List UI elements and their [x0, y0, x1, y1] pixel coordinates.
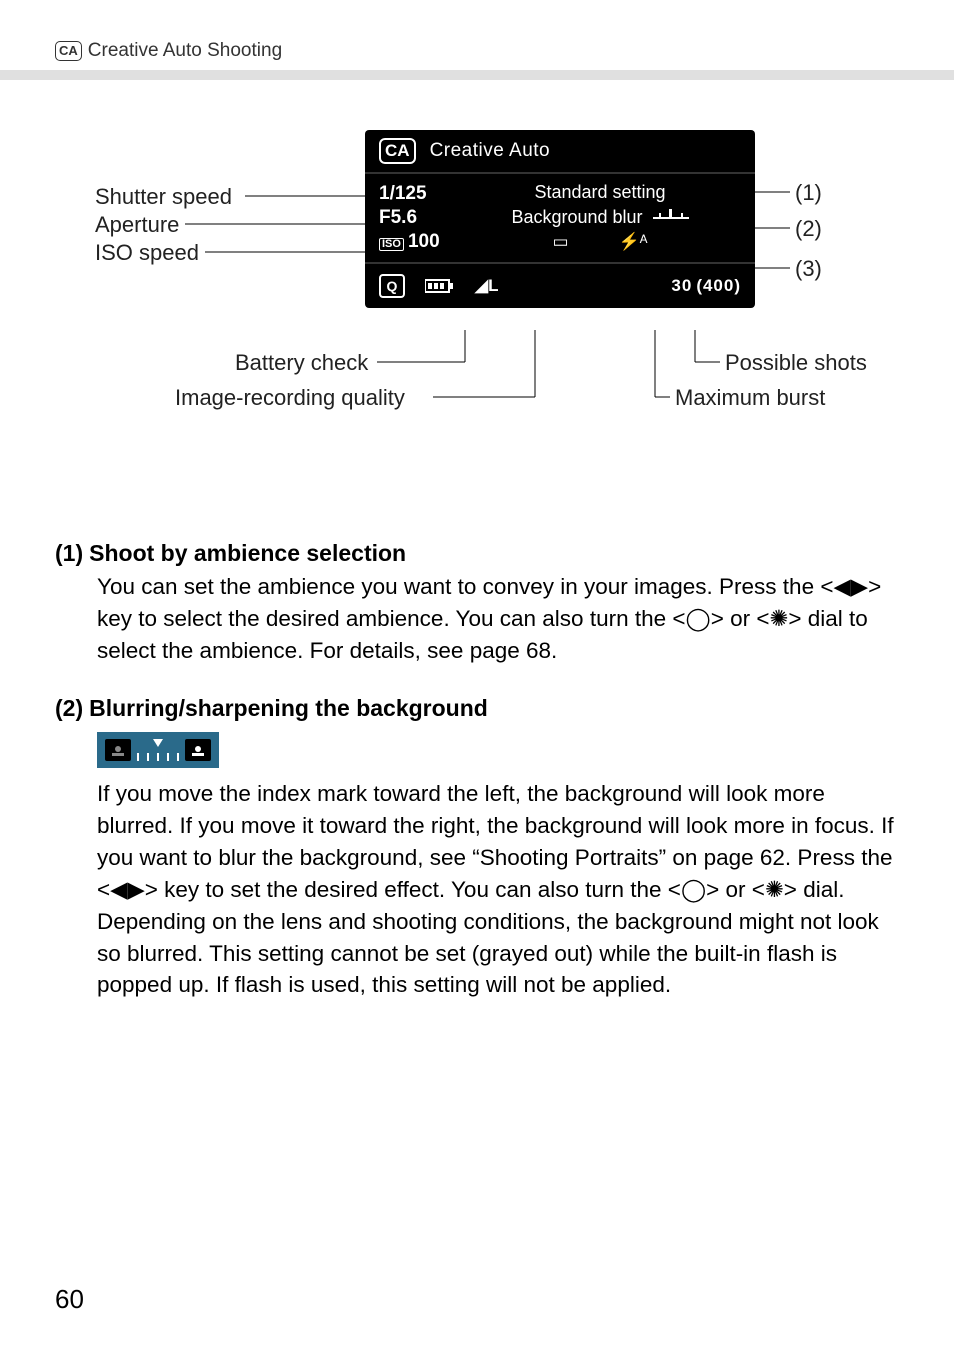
s1-text-c: > or < — [711, 606, 770, 631]
main-dial-icon: ✺ — [765, 877, 784, 902]
page-header-title: Creative Auto Shooting — [88, 40, 282, 62]
blur-slider-graphic — [97, 732, 219, 768]
quality-indicator: ◢L — [475, 276, 498, 296]
main-dial-icon: ✺ — [770, 606, 789, 631]
left-right-key-icon: ◀▶ — [110, 877, 145, 902]
label-image-quality: Image-recording quality — [175, 385, 405, 411]
label-callout-3: (3) — [795, 256, 822, 282]
section-2: (2) Blurring/sharpening the background I… — [55, 695, 899, 1002]
drive-mode-icon: ▭ — [553, 232, 569, 252]
section-2-title: Blurring/sharpening the background — [89, 695, 488, 722]
label-iso-speed: ISO speed — [95, 240, 199, 266]
left-right-key-icon: ◀▶ — [833, 574, 868, 599]
s2-text-d: > dial. — [784, 877, 845, 902]
page-number: 60 — [55, 1284, 84, 1315]
label-shutter-speed: Shutter speed — [95, 184, 232, 210]
blur-thumb-right — [185, 739, 211, 761]
aperture-value: F5.6 — [379, 206, 459, 230]
label-possible-shots: Possible shots — [725, 350, 867, 376]
section-1-num: (1) — [55, 540, 83, 567]
section-2-paragraph-2: Depending on the lens and shooting condi… — [97, 906, 899, 1002]
page-header: CA Creative Auto Shooting — [55, 40, 899, 62]
background-blur-label: Background blur — [511, 207, 642, 228]
s2-text-c: > or < — [706, 877, 765, 902]
label-callout-1: (1) — [795, 180, 822, 206]
lcd-mode-title: Creative Auto — [430, 140, 551, 162]
blur-ticks — [137, 739, 179, 761]
section-1-title: Shoot by ambience selection — [89, 540, 406, 567]
lcd-panel: CA Creative Auto 1/125 F5.6 ISO 100 Stan… — [365, 130, 755, 308]
lcd-mode-icon: CA — [379, 138, 416, 164]
shutter-value: 1/125 — [379, 182, 459, 206]
label-max-burst: Maximum burst — [675, 385, 825, 411]
possible-shots-value: 30 — [671, 276, 692, 296]
quick-dial-icon: ◯ — [686, 606, 711, 631]
blur-thumb-left — [105, 739, 131, 761]
header-rule — [0, 70, 954, 80]
ca-mode-icon: CA — [55, 41, 82, 61]
q-button-icon: Q — [379, 274, 405, 298]
section-1-body: You can set the ambience you want to con… — [97, 571, 899, 667]
iso-label: ISO — [379, 238, 404, 251]
label-aperture: Aperture — [95, 212, 179, 238]
label-callout-2: (2) — [795, 216, 822, 242]
battery-icon — [425, 278, 455, 294]
s1-text-a: You can set the ambience you want to con… — [97, 574, 833, 599]
flash-mode-icon: ⚡ᴬ — [619, 232, 648, 252]
exposure-readout: 1/125 F5.6 ISO 100 — [379, 182, 459, 253]
section-2-num: (2) — [55, 695, 83, 722]
standard-setting-label: Standard setting — [459, 182, 741, 203]
section-1: (1) Shoot by ambience selection You can … — [55, 540, 899, 667]
max-burst-value: (400) — [696, 276, 741, 296]
quick-dial-icon: ◯ — [681, 877, 706, 902]
lcd-diagram: CA Creative Auto 1/125 F5.6 ISO 100 Stan… — [55, 130, 899, 480]
label-battery-check: Battery check — [235, 350, 368, 376]
blur-slider-icon — [653, 207, 689, 228]
s2-text-b: > key to set the desired effect. You can… — [145, 877, 681, 902]
iso-value: 100 — [408, 230, 440, 254]
section-2-paragraph-1: If you move the index mark toward the le… — [97, 778, 899, 906]
